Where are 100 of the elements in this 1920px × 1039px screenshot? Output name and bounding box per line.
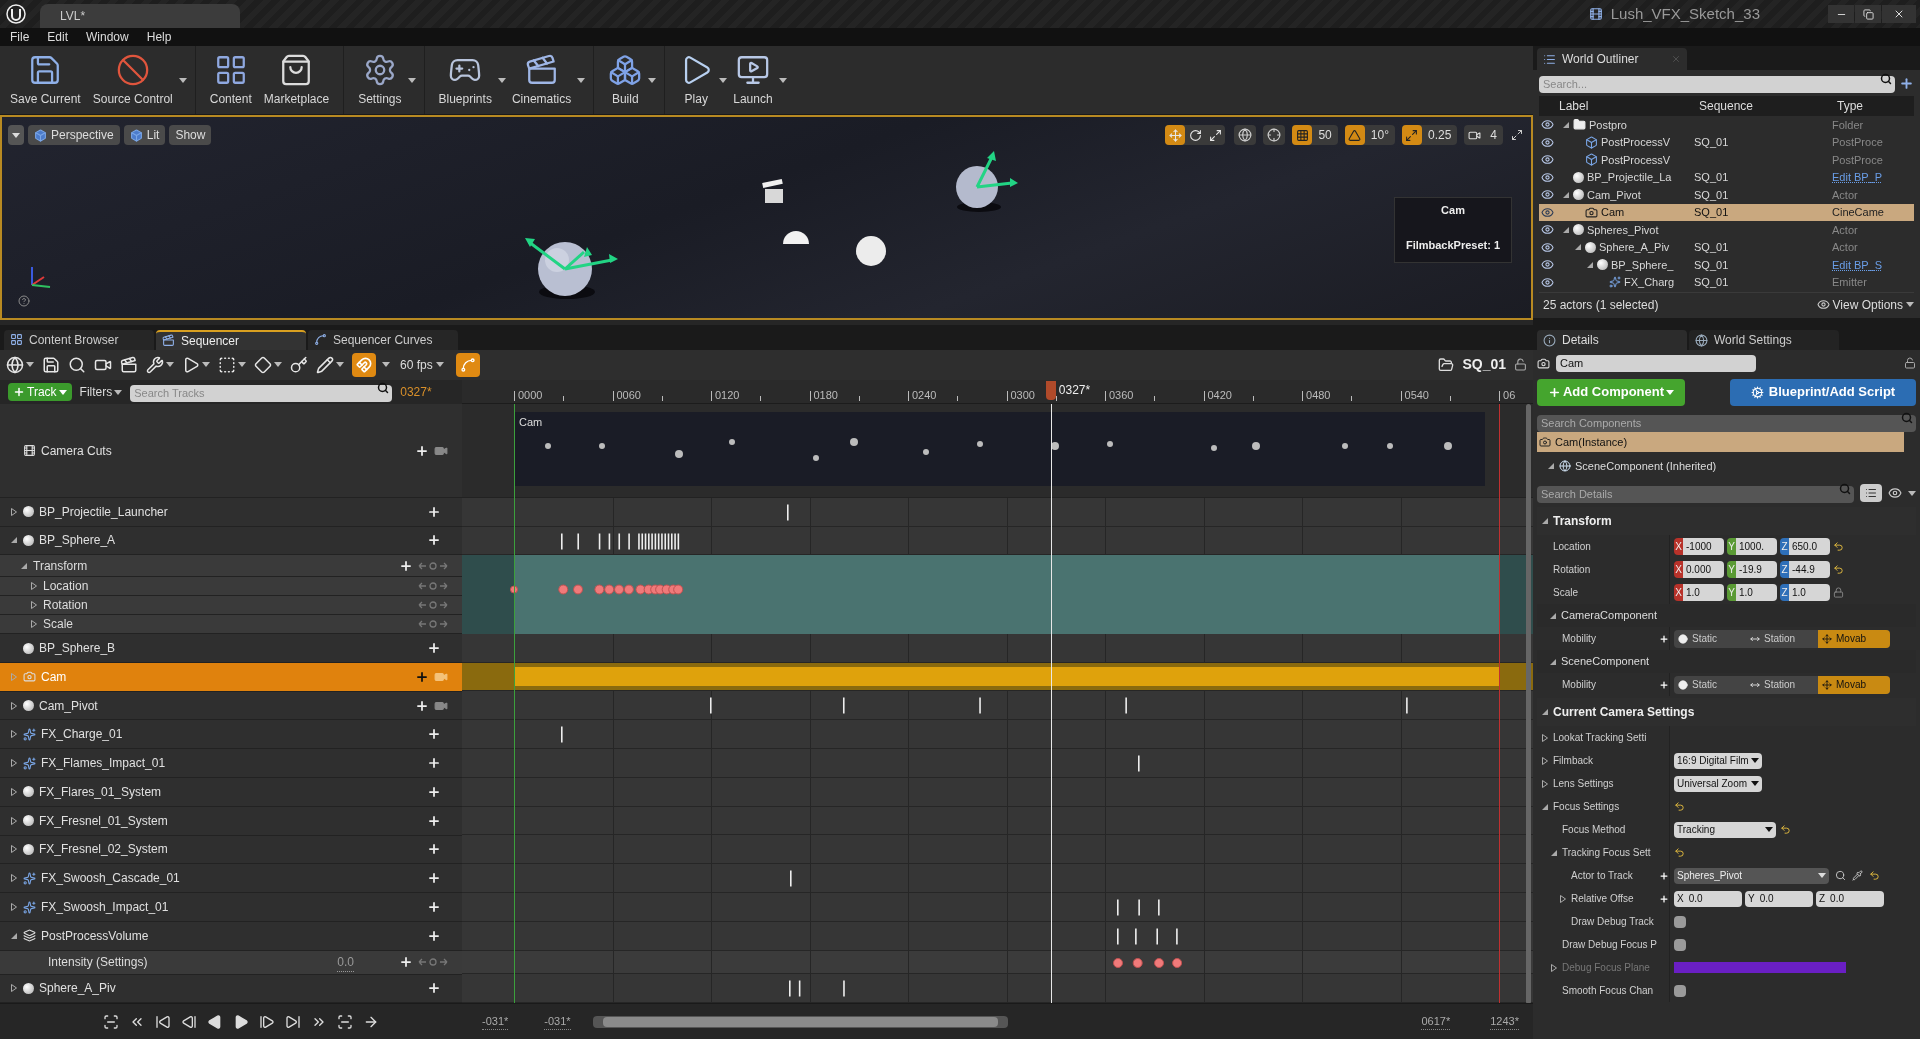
vector-field[interactable]: Z -44.9 bbox=[1780, 561, 1830, 578]
track-row[interactable]: Sphere_A_Piv bbox=[0, 974, 462, 1004]
vector-field[interactable]: Y 1000. bbox=[1727, 538, 1777, 555]
toolbar-button[interactable]: Launch bbox=[727, 48, 779, 112]
track-row[interactable]: FX_Fresnel_01_System bbox=[0, 806, 462, 836]
vector-field[interactable]: Y 1.0 bbox=[1727, 584, 1777, 601]
edit-blueprint-link[interactable]: Edit BP_P bbox=[1832, 169, 1883, 186]
mobility-option[interactable]: Static bbox=[1674, 629, 1746, 648]
vector-field[interactable]: Z 0.0 bbox=[1816, 890, 1884, 907]
toolbar-button[interactable]: Source Control bbox=[86, 48, 179, 112]
vector-field[interactable]: Z 1.0 bbox=[1780, 584, 1830, 601]
vector-field[interactable]: Z 650.0 bbox=[1780, 538, 1830, 555]
range-value[interactable]: -031* bbox=[544, 1012, 571, 1031]
component-row[interactable]: Cam(Instance) bbox=[1537, 432, 1904, 452]
outliner-search-field[interactable]: Search... bbox=[1539, 75, 1895, 93]
vector-field[interactable]: X 0.000 bbox=[1674, 561, 1724, 578]
track-row[interactable]: FX_Swoosh_Impact_01 bbox=[0, 893, 462, 922]
menu-item[interactable]: Window bbox=[86, 28, 129, 46]
range-value[interactable]: 0617* bbox=[1421, 1012, 1451, 1031]
vector-field[interactable]: X 0.0 bbox=[1674, 890, 1742, 907]
mobility-option[interactable]: Movab bbox=[1818, 675, 1890, 694]
range-value[interactable]: 1243* bbox=[1490, 1012, 1519, 1031]
search-tracks-field[interactable]: Search Tracks bbox=[130, 384, 393, 402]
column-header[interactable]: Type bbox=[1837, 97, 1914, 115]
panel-tab[interactable]: Content Browser bbox=[4, 329, 154, 350]
column-header[interactable]: Label bbox=[1539, 97, 1699, 115]
outliner-row[interactable]: Postpro Folder bbox=[1539, 116, 1914, 134]
property-dropdown[interactable]: 16:9 Digital Film bbox=[1674, 752, 1762, 769]
mobility-option[interactable]: Movab bbox=[1818, 629, 1890, 648]
actor-label: PostProcessV bbox=[1601, 135, 1671, 150]
level-viewport[interactable]: Perspective Lit Show 50 10° 0.25 4 Cam FilmbackPreset: 1 bbox=[0, 115, 1533, 320]
actor-name-field[interactable]: Cam bbox=[1556, 354, 1756, 372]
viewport-option-button[interactable]: Show bbox=[169, 125, 212, 145]
vector-field[interactable]: Y -19.9 bbox=[1727, 561, 1777, 578]
outliner-row[interactable]: PostProcessV PostProce bbox=[1539, 151, 1914, 169]
track-row[interactable]: Location bbox=[0, 577, 462, 597]
track-row[interactable]: Scale bbox=[0, 615, 462, 635]
frame-rate-dropdown[interactable]: 60 fps bbox=[396, 355, 448, 374]
viewport-option-button[interactable]: Perspective bbox=[28, 125, 120, 145]
vector-field[interactable]: X 1.0 bbox=[1674, 584, 1724, 601]
track-row[interactable]: FX_Charge_01 bbox=[0, 720, 462, 750]
menu-item[interactable]: Help bbox=[146, 28, 172, 46]
track-row[interactable]: FX_Fresnel_02_System bbox=[0, 835, 462, 865]
outliner-row[interactable]: Cam_Pivot SQ_01 Actor bbox=[1539, 186, 1914, 204]
viewport-option-button[interactable]: Lit bbox=[123, 125, 166, 145]
column-header[interactable]: Sequence bbox=[1699, 97, 1837, 115]
component-search-field[interactable]: Search Components bbox=[1537, 414, 1916, 432]
outliner-row[interactable]: Cam SQ_01 CineCame bbox=[1539, 203, 1914, 221]
blueprint-script-button[interactable]: Blueprint/Add Script bbox=[1730, 378, 1916, 406]
track-row[interactable]: FX_Flares_01_System bbox=[0, 778, 462, 807]
panel-tab[interactable]: World Outliner bbox=[1537, 48, 1687, 70]
track-row[interactable]: Intensity (Settings) 0.0 bbox=[0, 950, 462, 975]
property-dropdown[interactable]: Tracking bbox=[1674, 821, 1776, 838]
toolbar-button[interactable]: Play bbox=[673, 48, 720, 112]
toolbar-button[interactable]: Build bbox=[602, 48, 649, 112]
panel-tab[interactable]: World Settings bbox=[1689, 330, 1839, 350]
track-row[interactable]: Camera Cuts bbox=[0, 404, 462, 498]
toolbar-button[interactable]: Save Current bbox=[4, 48, 87, 112]
panel-tab[interactable]: Sequencer bbox=[156, 329, 306, 350]
mobility-option[interactable]: Static bbox=[1674, 675, 1746, 694]
filters-button[interactable]: Filters bbox=[79, 383, 123, 402]
add-track-button[interactable]: Track bbox=[8, 383, 72, 402]
panel-tab[interactable]: Details bbox=[1537, 330, 1687, 350]
camera-thumbnail-strip[interactable]: Cam bbox=[514, 412, 1485, 487]
details-search-field[interactable]: Search Details bbox=[1537, 485, 1854, 503]
actor-picker-dropdown[interactable]: Spheres_Pivot bbox=[1674, 867, 1829, 884]
outliner-row[interactable]: BP_Projectile_La SQ_01 Edit BP_P bbox=[1539, 168, 1914, 186]
track-row[interactable]: Cam_Pivot bbox=[0, 691, 462, 721]
outliner-row[interactable]: Sphere_A_Piv SQ_01 Actor bbox=[1539, 238, 1914, 256]
track-row[interactable]: Rotation bbox=[0, 596, 462, 616]
toolbar-button[interactable]: Blueprints bbox=[432, 48, 498, 112]
vector-field[interactable]: X -1000 bbox=[1674, 538, 1724, 555]
document-tab[interactable]: LVL* bbox=[40, 4, 240, 28]
view-options-button[interactable]: View Options bbox=[1816, 295, 1914, 314]
track-row[interactable]: PostProcessVolume bbox=[0, 921, 462, 951]
outliner-row[interactable]: PostProcessV SQ_01 PostProce bbox=[1539, 133, 1914, 151]
track-row[interactable]: BP_Sphere_B bbox=[0, 634, 462, 663]
track-row[interactable]: BP_Projectile_Launcher bbox=[0, 497, 462, 527]
track-row[interactable]: BP_Sphere_A bbox=[0, 526, 462, 556]
track-row[interactable]: Transform bbox=[0, 555, 462, 578]
menu-item[interactable]: File bbox=[10, 28, 30, 46]
outliner-row[interactable]: FX_Charg SQ_01 Emitter bbox=[1539, 273, 1914, 291]
menu-item[interactable]: Edit bbox=[47, 28, 69, 46]
toolbar-button[interactable]: Cinematics bbox=[505, 48, 578, 112]
range-value[interactable]: -031* bbox=[482, 1012, 509, 1031]
vector-field[interactable]: Y 0.0 bbox=[1745, 890, 1813, 907]
component-row[interactable]: SceneComponent (Inherited) bbox=[1537, 456, 1916, 476]
property-dropdown[interactable]: Universal Zoom bbox=[1674, 775, 1762, 792]
toolbar-button[interactable]: Content bbox=[203, 48, 258, 112]
track-row[interactable]: FX_Swoosh_Cascade_01 bbox=[0, 864, 462, 894]
toolbar-button[interactable]: Marketplace bbox=[257, 48, 336, 112]
mobility-option[interactable]: Station bbox=[1746, 629, 1818, 648]
mobility-option[interactable]: Station bbox=[1746, 675, 1818, 694]
panel-tab[interactable]: Sequencer Curves bbox=[308, 329, 458, 350]
toolbar-button[interactable]: Settings bbox=[352, 48, 408, 112]
track-value[interactable]: 0.0 bbox=[337, 952, 354, 972]
edit-blueprint-link[interactable]: Edit BP_S bbox=[1832, 256, 1883, 273]
outliner-row[interactable]: Spheres_Pivot Actor bbox=[1539, 221, 1914, 239]
track-row[interactable]: FX_Flames_Impact_01 bbox=[0, 749, 462, 778]
outliner-row[interactable]: BP_Sphere_ SQ_01 Edit BP_S bbox=[1539, 256, 1914, 274]
